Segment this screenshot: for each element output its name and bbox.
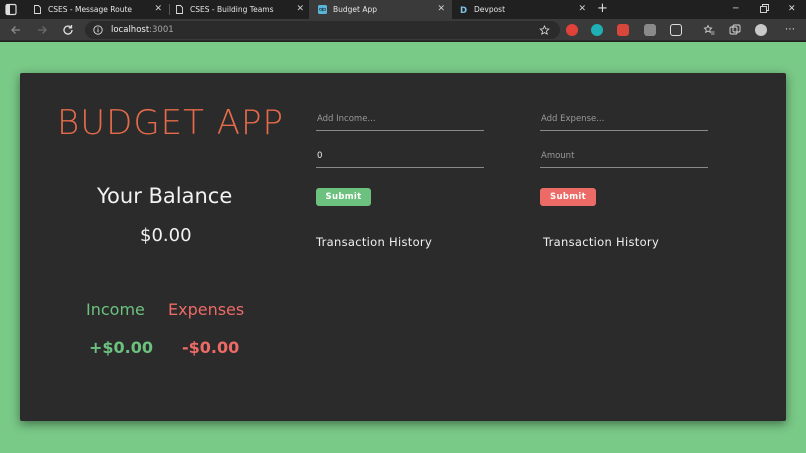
more-options-icon[interactable]: ⋯ — [785, 24, 795, 36]
extension-red-icon[interactable] — [566, 24, 578, 36]
extension-calendar-icon[interactable] — [617, 24, 629, 36]
income-amount-input[interactable] — [316, 144, 484, 168]
svg-text:D: D — [460, 6, 467, 14]
close-tab-icon[interactable]: ✕ — [296, 5, 304, 14]
income-total: +$0.00 — [89, 338, 154, 357]
budget-app-card: BUDGET APP Your Balance $0.00 Income Exp… — [20, 73, 786, 421]
refresh-icon[interactable] — [60, 22, 76, 38]
tab-title: Budget App — [333, 5, 378, 14]
expense-label: Expenses — [168, 300, 245, 319]
url-host: localhost — [111, 25, 150, 35]
tab-devpost[interactable]: D Devpost ✕ — [450, 0, 593, 19]
url-port: :3001 — [149, 25, 174, 35]
toolbar: localhost:3001 ⋯ — [0, 19, 806, 41]
tab-budget-app[interactable]: Budget App ✕ — [309, 0, 452, 19]
profile-avatar[interactable] — [755, 24, 767, 36]
app-title: BUDGET APP — [57, 103, 284, 143]
expense-total: -$0.00 — [182, 338, 240, 357]
devpost-icon: D — [460, 6, 467, 14]
back-icon[interactable] — [8, 22, 24, 38]
tab-cses-message-route[interactable]: CSES - Message Route ✕ — [24, 0, 169, 19]
react-icon — [318, 5, 327, 14]
close-tab-icon[interactable]: ✕ — [154, 5, 162, 14]
close-tab-icon[interactable]: ✕ — [578, 5, 586, 14]
tab-title: CSES - Building Teams — [190, 5, 274, 14]
url-text[interactable]: localhost:3001 — [111, 24, 174, 36]
tab-actions-icon[interactable] — [4, 3, 18, 16]
income-label: Income — [86, 300, 145, 319]
close-window-icon[interactable]: ✕ — [788, 3, 796, 15]
tab-title: Devpost — [474, 5, 506, 14]
expense-submit-button[interactable]: Submit — [540, 188, 596, 206]
restore-icon[interactable] — [760, 4, 769, 13]
balance-value: $0.00 — [140, 225, 192, 246]
expense-transaction-history-title: Transaction History — [543, 235, 660, 249]
tab-bar: CSES - Message Route ✕ CSES - Building T… — [0, 0, 806, 19]
page-icon — [176, 5, 183, 14]
add-favorite-icon[interactable] — [539, 25, 550, 36]
income-text-input[interactable] — [316, 107, 484, 131]
close-tab-icon[interactable]: ✕ — [437, 5, 445, 14]
income-submit-button[interactable]: Submit — [316, 188, 371, 206]
extension-box-icon[interactable] — [670, 24, 682, 36]
expense-text-input[interactable] — [540, 107, 708, 131]
balance-label: Your Balance — [97, 184, 233, 208]
collections-icon[interactable] — [729, 24, 741, 36]
minimize-icon[interactable]: ─ — [733, 3, 738, 15]
favorites-icon[interactable] — [703, 24, 715, 36]
forward-icon[interactable] — [34, 22, 50, 38]
new-tab-icon[interactable]: + — [597, 2, 608, 16]
extension-teal-icon[interactable] — [591, 24, 603, 36]
extension-gray-icon[interactable] — [644, 24, 656, 36]
address-bar[interactable]: localhost:3001 — [85, 21, 560, 39]
tab-cses-building-teams[interactable]: CSES - Building Teams ✕ — [166, 0, 311, 19]
site-info-icon[interactable] — [93, 25, 103, 35]
page-icon — [34, 5, 41, 14]
expense-amount-input[interactable] — [540, 144, 708, 168]
page-background: BUDGET APP Your Balance $0.00 Income Exp… — [0, 42, 806, 453]
tab-title: CSES - Message Route — [48, 5, 132, 14]
income-transaction-history-title: Transaction History — [316, 235, 433, 249]
